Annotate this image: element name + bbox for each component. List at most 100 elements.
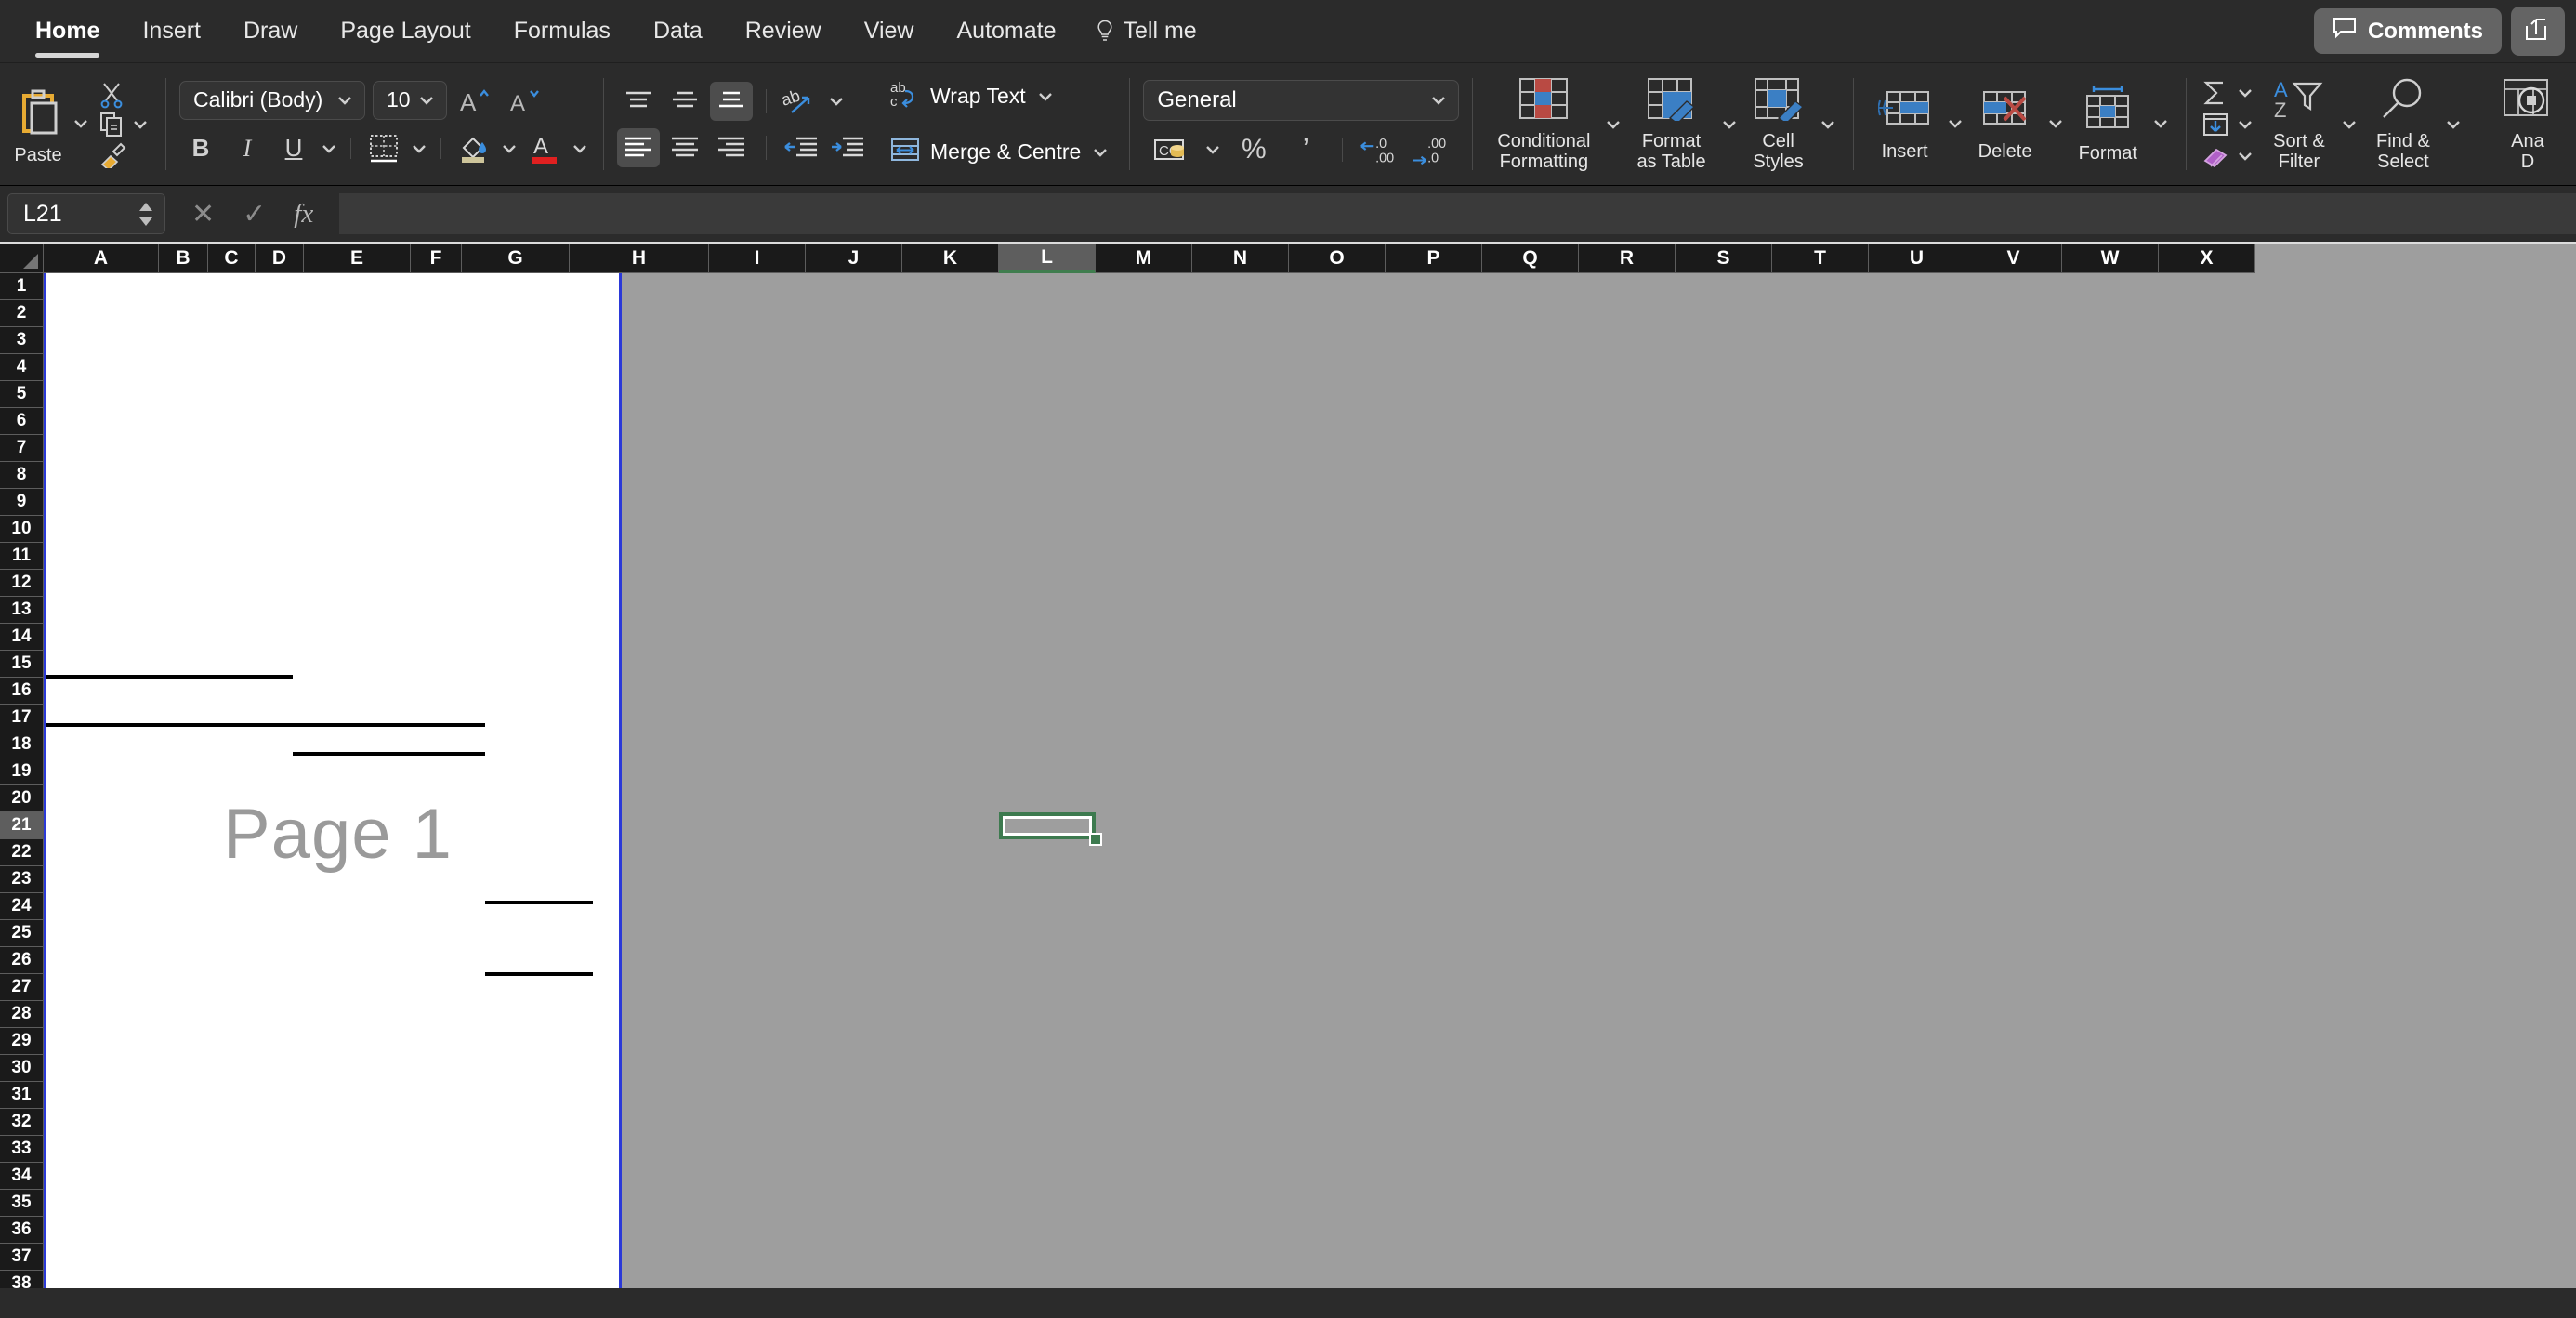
analyze-data-button[interactable]: Ana D bbox=[2492, 76, 2563, 173]
share-button[interactable] bbox=[2511, 7, 2565, 56]
row-header-6[interactable]: 6 bbox=[0, 408, 44, 435]
format-painter-button[interactable] bbox=[97, 140, 151, 168]
row-header-23[interactable]: 23 bbox=[0, 866, 44, 893]
name-box[interactable]: L21 bbox=[7, 193, 165, 234]
comma-style-button[interactable]: ’ bbox=[1284, 130, 1327, 169]
tab-view[interactable]: View bbox=[846, 14, 933, 48]
borders-icon[interactable] bbox=[362, 129, 405, 168]
worksheet-grid[interactable]: ABCDEFGHIJKLMNOPQRSTUVWX 1 2 3 4 5 6 7 8 9 10 11 12… bbox=[0, 244, 2576, 1288]
row-header-8[interactable]: 8 bbox=[0, 462, 44, 489]
align-middle-icon[interactable] bbox=[664, 82, 706, 121]
column-header-L[interactable]: L bbox=[999, 244, 1096, 273]
conditional-formatting-button[interactable]: Conditional Formatting bbox=[1488, 76, 1599, 173]
row-header-9[interactable]: 9 bbox=[0, 489, 44, 516]
tab-home[interactable]: Home bbox=[17, 14, 118, 58]
fill-button[interactable] bbox=[2200, 111, 2255, 138]
row-header-30[interactable]: 30 bbox=[0, 1055, 44, 1082]
row-header-26[interactable]: 26 bbox=[0, 947, 44, 974]
fx-icon[interactable]: fx bbox=[294, 199, 313, 230]
italic-button[interactable]: I bbox=[226, 129, 269, 168]
orientation-chevron-down-icon[interactable] bbox=[826, 91, 847, 112]
row-header-28[interactable]: 28 bbox=[0, 1001, 44, 1028]
row-header-16[interactable]: 16 bbox=[0, 678, 44, 705]
autosum-chevron-down-icon[interactable] bbox=[2235, 83, 2255, 103]
column-header-G[interactable]: G bbox=[462, 244, 570, 273]
text-orientation-icon[interactable]: ab bbox=[780, 82, 822, 121]
delete-cells-button[interactable]: Delete bbox=[1969, 86, 2042, 162]
row-header-33[interactable]: 33 bbox=[0, 1136, 44, 1163]
row-header-11[interactable]: 11 bbox=[0, 543, 44, 570]
row-header-14[interactable]: 14 bbox=[0, 624, 44, 651]
column-header-U[interactable]: U bbox=[1869, 244, 1965, 273]
sort-and-filter-button[interactable]: AZ Sort & Filter bbox=[2263, 76, 2335, 173]
align-bottom-icon[interactable] bbox=[710, 81, 753, 121]
column-header-E[interactable]: E bbox=[304, 244, 411, 273]
format-chevron-down-icon[interactable] bbox=[2150, 113, 2171, 134]
row-header-37[interactable]: 37 bbox=[0, 1244, 44, 1271]
align-center-icon[interactable] bbox=[664, 128, 706, 167]
column-header-C[interactable]: C bbox=[208, 244, 256, 273]
fill-chevron-down-icon[interactable] bbox=[2235, 114, 2255, 135]
row-header-15[interactable]: 15 bbox=[0, 651, 44, 678]
copy-chevron-down-icon[interactable] bbox=[130, 114, 151, 135]
insert-cells-button[interactable]: Insert bbox=[1869, 86, 1941, 162]
font-name-select[interactable]: Calibri (Body) bbox=[179, 80, 365, 120]
row-header-38[interactable]: 38 bbox=[0, 1271, 44, 1288]
cut-button[interactable] bbox=[97, 81, 151, 109]
decrease-font-size-icon[interactable]: A bbox=[505, 81, 547, 120]
format-as-table-button[interactable]: Format as Table bbox=[1627, 76, 1715, 173]
column-header-W[interactable]: W bbox=[2062, 244, 2159, 273]
column-header-P[interactable]: P bbox=[1386, 244, 1482, 273]
row-header-20[interactable]: 20 bbox=[0, 785, 44, 812]
accounting-format-icon[interactable]: CO bbox=[1150, 130, 1193, 169]
row-header-19[interactable]: 19 bbox=[0, 758, 44, 785]
row-header-21[interactable]: 21 bbox=[0, 812, 44, 839]
row-header-2[interactable]: 2 bbox=[0, 300, 44, 327]
align-top-icon[interactable] bbox=[617, 82, 660, 121]
paste-chevron-down-icon[interactable] bbox=[71, 113, 91, 134]
wrap-text-button[interactable]: ab c Wrap Text bbox=[884, 75, 1116, 118]
sheet-canvas[interactable]: Page 1 bbox=[44, 273, 2576, 1288]
column-header-O[interactable]: O bbox=[1289, 244, 1386, 273]
delete-chevron-down-icon[interactable] bbox=[2045, 113, 2066, 134]
select-all-corner[interactable] bbox=[0, 244, 44, 273]
underline-button[interactable]: U bbox=[272, 129, 315, 168]
column-header-J[interactable]: J bbox=[806, 244, 902, 273]
increase-indent-icon[interactable] bbox=[826, 128, 869, 167]
row-header-13[interactable]: 13 bbox=[0, 597, 44, 624]
autosum-button[interactable] bbox=[2200, 79, 2255, 107]
number-format-select[interactable]: General bbox=[1143, 79, 1460, 121]
column-header-T[interactable]: T bbox=[1772, 244, 1869, 273]
column-header-B[interactable]: B bbox=[159, 244, 208, 273]
find-select-chevron-down-icon[interactable] bbox=[2443, 114, 2464, 135]
column-header-I[interactable]: I bbox=[709, 244, 806, 273]
column-header-Q[interactable]: Q bbox=[1482, 244, 1579, 273]
row-header-27[interactable]: 27 bbox=[0, 974, 44, 1001]
format-as-table-chevron-down-icon[interactable] bbox=[1719, 114, 1740, 135]
selected-cell-L21[interactable] bbox=[999, 812, 1096, 839]
align-left-icon[interactable] bbox=[617, 127, 660, 167]
tell-me-search[interactable]: Tell me bbox=[1081, 14, 1212, 48]
decrease-indent-icon[interactable] bbox=[780, 128, 822, 167]
font-size-select[interactable]: 10 bbox=[373, 80, 447, 120]
column-header-V[interactable]: V bbox=[1965, 244, 2062, 273]
wrap-text-chevron-down-icon[interactable] bbox=[1035, 86, 1056, 107]
row-header-10[interactable]: 10 bbox=[0, 516, 44, 543]
insert-chevron-down-icon[interactable] bbox=[1945, 113, 1965, 134]
row-header-17[interactable]: 17 bbox=[0, 705, 44, 731]
row-header-3[interactable]: 3 bbox=[0, 327, 44, 354]
row-header-7[interactable]: 7 bbox=[0, 435, 44, 462]
align-right-icon[interactable] bbox=[710, 128, 753, 167]
clear-button[interactable] bbox=[2200, 142, 2255, 170]
underline-chevron-down-icon[interactable] bbox=[319, 138, 339, 159]
tab-review[interactable]: Review bbox=[727, 14, 840, 48]
conditional-formatting-chevron-down-icon[interactable] bbox=[1603, 114, 1623, 135]
tab-data[interactable]: Data bbox=[635, 14, 721, 48]
clear-chevron-down-icon[interactable] bbox=[2235, 146, 2255, 166]
column-header-M[interactable]: M bbox=[1096, 244, 1192, 273]
row-header-18[interactable]: 18 bbox=[0, 731, 44, 758]
column-header-R[interactable]: R bbox=[1579, 244, 1676, 273]
borders-chevron-down-icon[interactable] bbox=[409, 138, 429, 159]
row-header-4[interactable]: 4 bbox=[0, 354, 44, 381]
column-header-N[interactable]: N bbox=[1192, 244, 1289, 273]
